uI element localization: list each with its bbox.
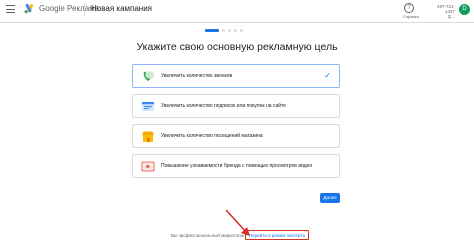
top-bar: Google Реклама Новая кампания ? Справка … xyxy=(0,0,474,23)
progress-step xyxy=(234,29,237,32)
website-icon xyxy=(142,102,154,111)
help-icon: ? xyxy=(404,3,414,13)
footer-prompt: Вы профессиональный маркетолог? xyxy=(171,233,248,238)
progress-step xyxy=(222,29,225,32)
goal-option-calls[interactable]: Увеличить количество звонков ✓ xyxy=(132,64,340,88)
expert-mode-link[interactable]: Перейти в режим эксперта xyxy=(245,230,309,240)
account-info[interactable]: 497-721-1447 Q... xyxy=(429,4,455,19)
goal-option-video[interactable]: Повышение узнаваемости бренда с помощью … xyxy=(132,154,340,178)
progress-step xyxy=(228,29,231,32)
goal-option-label: Увеличить количество звонков xyxy=(161,73,233,79)
next-button[interactable]: Далее xyxy=(320,193,340,203)
header-divider xyxy=(84,3,85,16)
account-id: 497-721-1447 xyxy=(436,4,455,14)
phone-icon xyxy=(143,71,154,81)
video-icon xyxy=(141,161,155,172)
goal-option-label: Повышение узнаваемости бренда с помощью … xyxy=(161,163,313,169)
goal-option-label: Увеличить количество подписок или покупо… xyxy=(161,103,286,109)
page-title: Новая кампания xyxy=(91,4,153,13)
help-button[interactable]: ? Справка xyxy=(403,3,419,19)
progress-step xyxy=(240,29,243,32)
hamburger-menu-icon[interactable] xyxy=(6,5,15,14)
help-label: Справка xyxy=(403,14,419,19)
progress-step-active xyxy=(205,29,219,32)
store-icon xyxy=(142,131,154,142)
goal-option-website[interactable]: Увеличить количество подписок или покупо… xyxy=(132,94,340,118)
checkmark-icon: ✓ xyxy=(324,71,331,80)
avatar[interactable]: D xyxy=(459,4,470,15)
account-sub: Q... xyxy=(447,14,455,19)
google-ads-logo-icon xyxy=(24,3,34,14)
goal-heading: Укажите свою основную рекламную цель xyxy=(136,41,338,53)
goal-list: Увеличить количество звонков ✓ Увеличить… xyxy=(132,64,340,184)
progress-indicator xyxy=(205,29,243,32)
goal-option-label: Увеличить количество посещений магазина xyxy=(161,133,263,139)
goal-option-store[interactable]: Увеличить количество посещений магазина xyxy=(132,124,340,148)
